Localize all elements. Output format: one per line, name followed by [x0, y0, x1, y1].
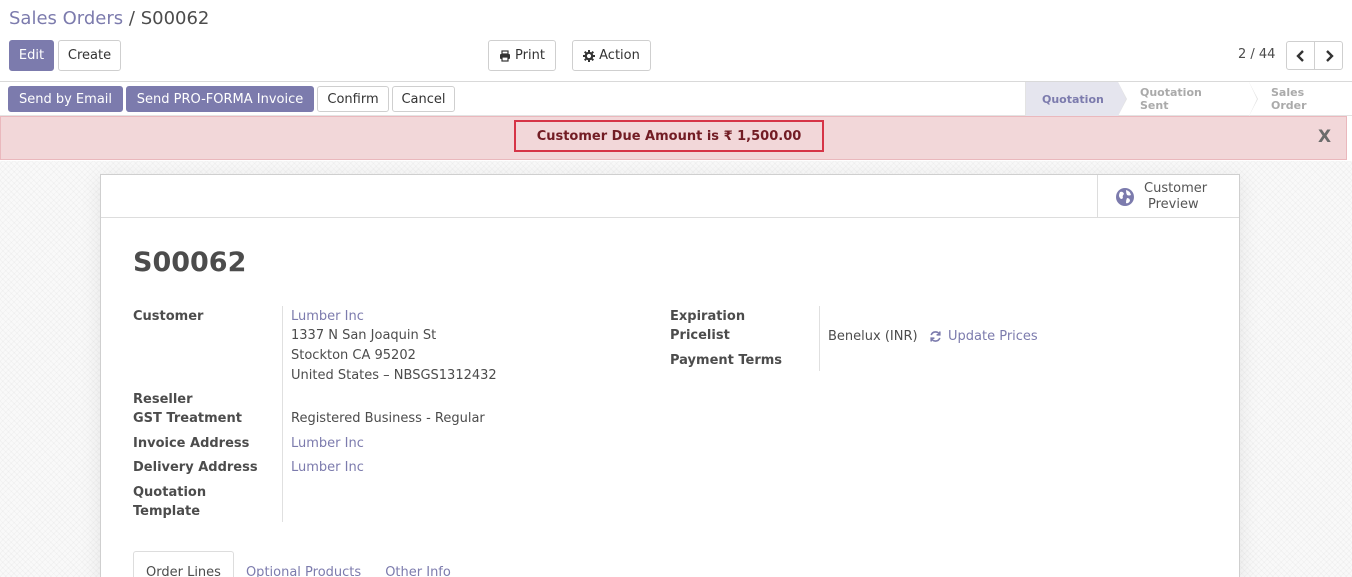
- gst-treatment-value: Registered Business - Regular: [291, 411, 485, 426]
- quotation-template-label-2: Template: [133, 504, 201, 519]
- payment-terms-label: Payment Terms: [670, 353, 783, 368]
- alert-close-button[interactable]: X: [1318, 127, 1331, 147]
- invoice-address-label: Invoice Address: [133, 436, 250, 451]
- delivery-address-link[interactable]: Lumber Inc: [291, 460, 364, 475]
- pager-next-button[interactable]: [1314, 41, 1343, 70]
- pricelist-label: Pricelist: [670, 328, 730, 343]
- pricelist-value: Benelux (INR): [828, 329, 918, 344]
- gear-icon: [583, 49, 596, 62]
- control-panel: Sales Orders / S00062 Edit Create Print …: [0, 0, 1352, 82]
- column-divider: [282, 306, 283, 522]
- create-button[interactable]: Create: [58, 40, 121, 71]
- pager-previous-button[interactable]: [1286, 41, 1315, 70]
- tab-order-lines[interactable]: Order Lines: [133, 551, 234, 577]
- form-sheet: Customer Preview S00062 Customer Lumber …: [100, 174, 1240, 577]
- update-prices-link[interactable]: Update Prices: [948, 329, 1038, 344]
- expiration-label: Expiration: [670, 309, 746, 324]
- customer-address-line: 1337 N San Joaquin St: [291, 328, 437, 343]
- notebook-tabs: Order Lines Optional Products Other Info: [133, 551, 463, 577]
- delivery-address-label: Delivery Address: [133, 460, 258, 475]
- stage-quotation[interactable]: Quotation: [1025, 82, 1127, 116]
- action-label: Action: [599, 48, 640, 63]
- print-button[interactable]: Print: [488, 40, 556, 71]
- cancel-button[interactable]: Cancel: [392, 86, 455, 112]
- stage-label: Sales Order: [1271, 86, 1307, 112]
- customer-link[interactable]: Lumber Inc: [291, 309, 364, 324]
- confirm-button[interactable]: Confirm: [317, 86, 389, 112]
- pager-value: 2 / 44: [1238, 47, 1276, 62]
- stat-line-2: Preview: [1148, 196, 1199, 212]
- order-title: S00062: [133, 247, 247, 278]
- breadcrumb-current: S00062: [140, 8, 210, 29]
- chevron-left-icon: [1295, 49, 1304, 62]
- globe-icon: [1116, 187, 1134, 206]
- action-button[interactable]: Action: [572, 40, 651, 71]
- stage-pipeline: Quotation Quotation Sent Sales Order: [1025, 82, 1352, 116]
- breadcrumb-sales-orders[interactable]: Sales Orders: [9, 8, 123, 29]
- print-label: Print: [515, 48, 545, 63]
- breadcrumb: Sales Orders / S00062: [9, 8, 209, 29]
- due-amount-alert: Customer Due Amount is ₹ 1,500.00 X: [0, 116, 1347, 160]
- tab-other-info[interactable]: Other Info: [373, 551, 463, 577]
- button-box: Customer Preview: [101, 175, 1239, 218]
- gst-treatment-label: GST Treatment: [133, 411, 242, 426]
- customer-preview-button[interactable]: Customer Preview: [1097, 175, 1239, 218]
- customer-preview-text: Customer Preview: [1144, 181, 1207, 213]
- stage-quotation-sent[interactable]: Quotation Sent: [1118, 82, 1258, 116]
- alert-message: Customer Due Amount is ₹ 1,500.00: [514, 120, 824, 152]
- invoice-address-link[interactable]: Lumber Inc: [291, 436, 364, 451]
- breadcrumb-separator: /: [123, 8, 141, 29]
- tab-optional-products[interactable]: Optional Products: [234, 551, 373, 577]
- stage-label: Quotation: [1042, 92, 1104, 106]
- printer-icon: [500, 49, 511, 62]
- customer-label: Customer: [133, 309, 204, 324]
- send-proforma-invoice-button[interactable]: Send PRO-FORMA Invoice: [126, 86, 314, 112]
- send-by-email-button[interactable]: Send by Email: [8, 86, 123, 112]
- stage-label: Quotation Sent: [1140, 86, 1202, 112]
- chevron-right-icon: [1325, 49, 1334, 62]
- customer-address-line: Stockton CA 95202: [291, 348, 416, 363]
- column-divider: [819, 306, 820, 371]
- statusbar: Send by Email Send PRO-FORMA Invoice Con…: [0, 82, 1352, 116]
- quotation-template-label: Quotation: [133, 485, 207, 500]
- stat-line-1: Customer: [1144, 180, 1208, 196]
- stage-sales-order[interactable]: Sales Order: [1249, 82, 1352, 116]
- refresh-icon[interactable]: [929, 330, 942, 343]
- customer-address-line: United States – NBSGS1312432: [291, 368, 497, 383]
- reseller-label: Reseller: [133, 392, 193, 407]
- edit-button[interactable]: Edit: [9, 40, 54, 71]
